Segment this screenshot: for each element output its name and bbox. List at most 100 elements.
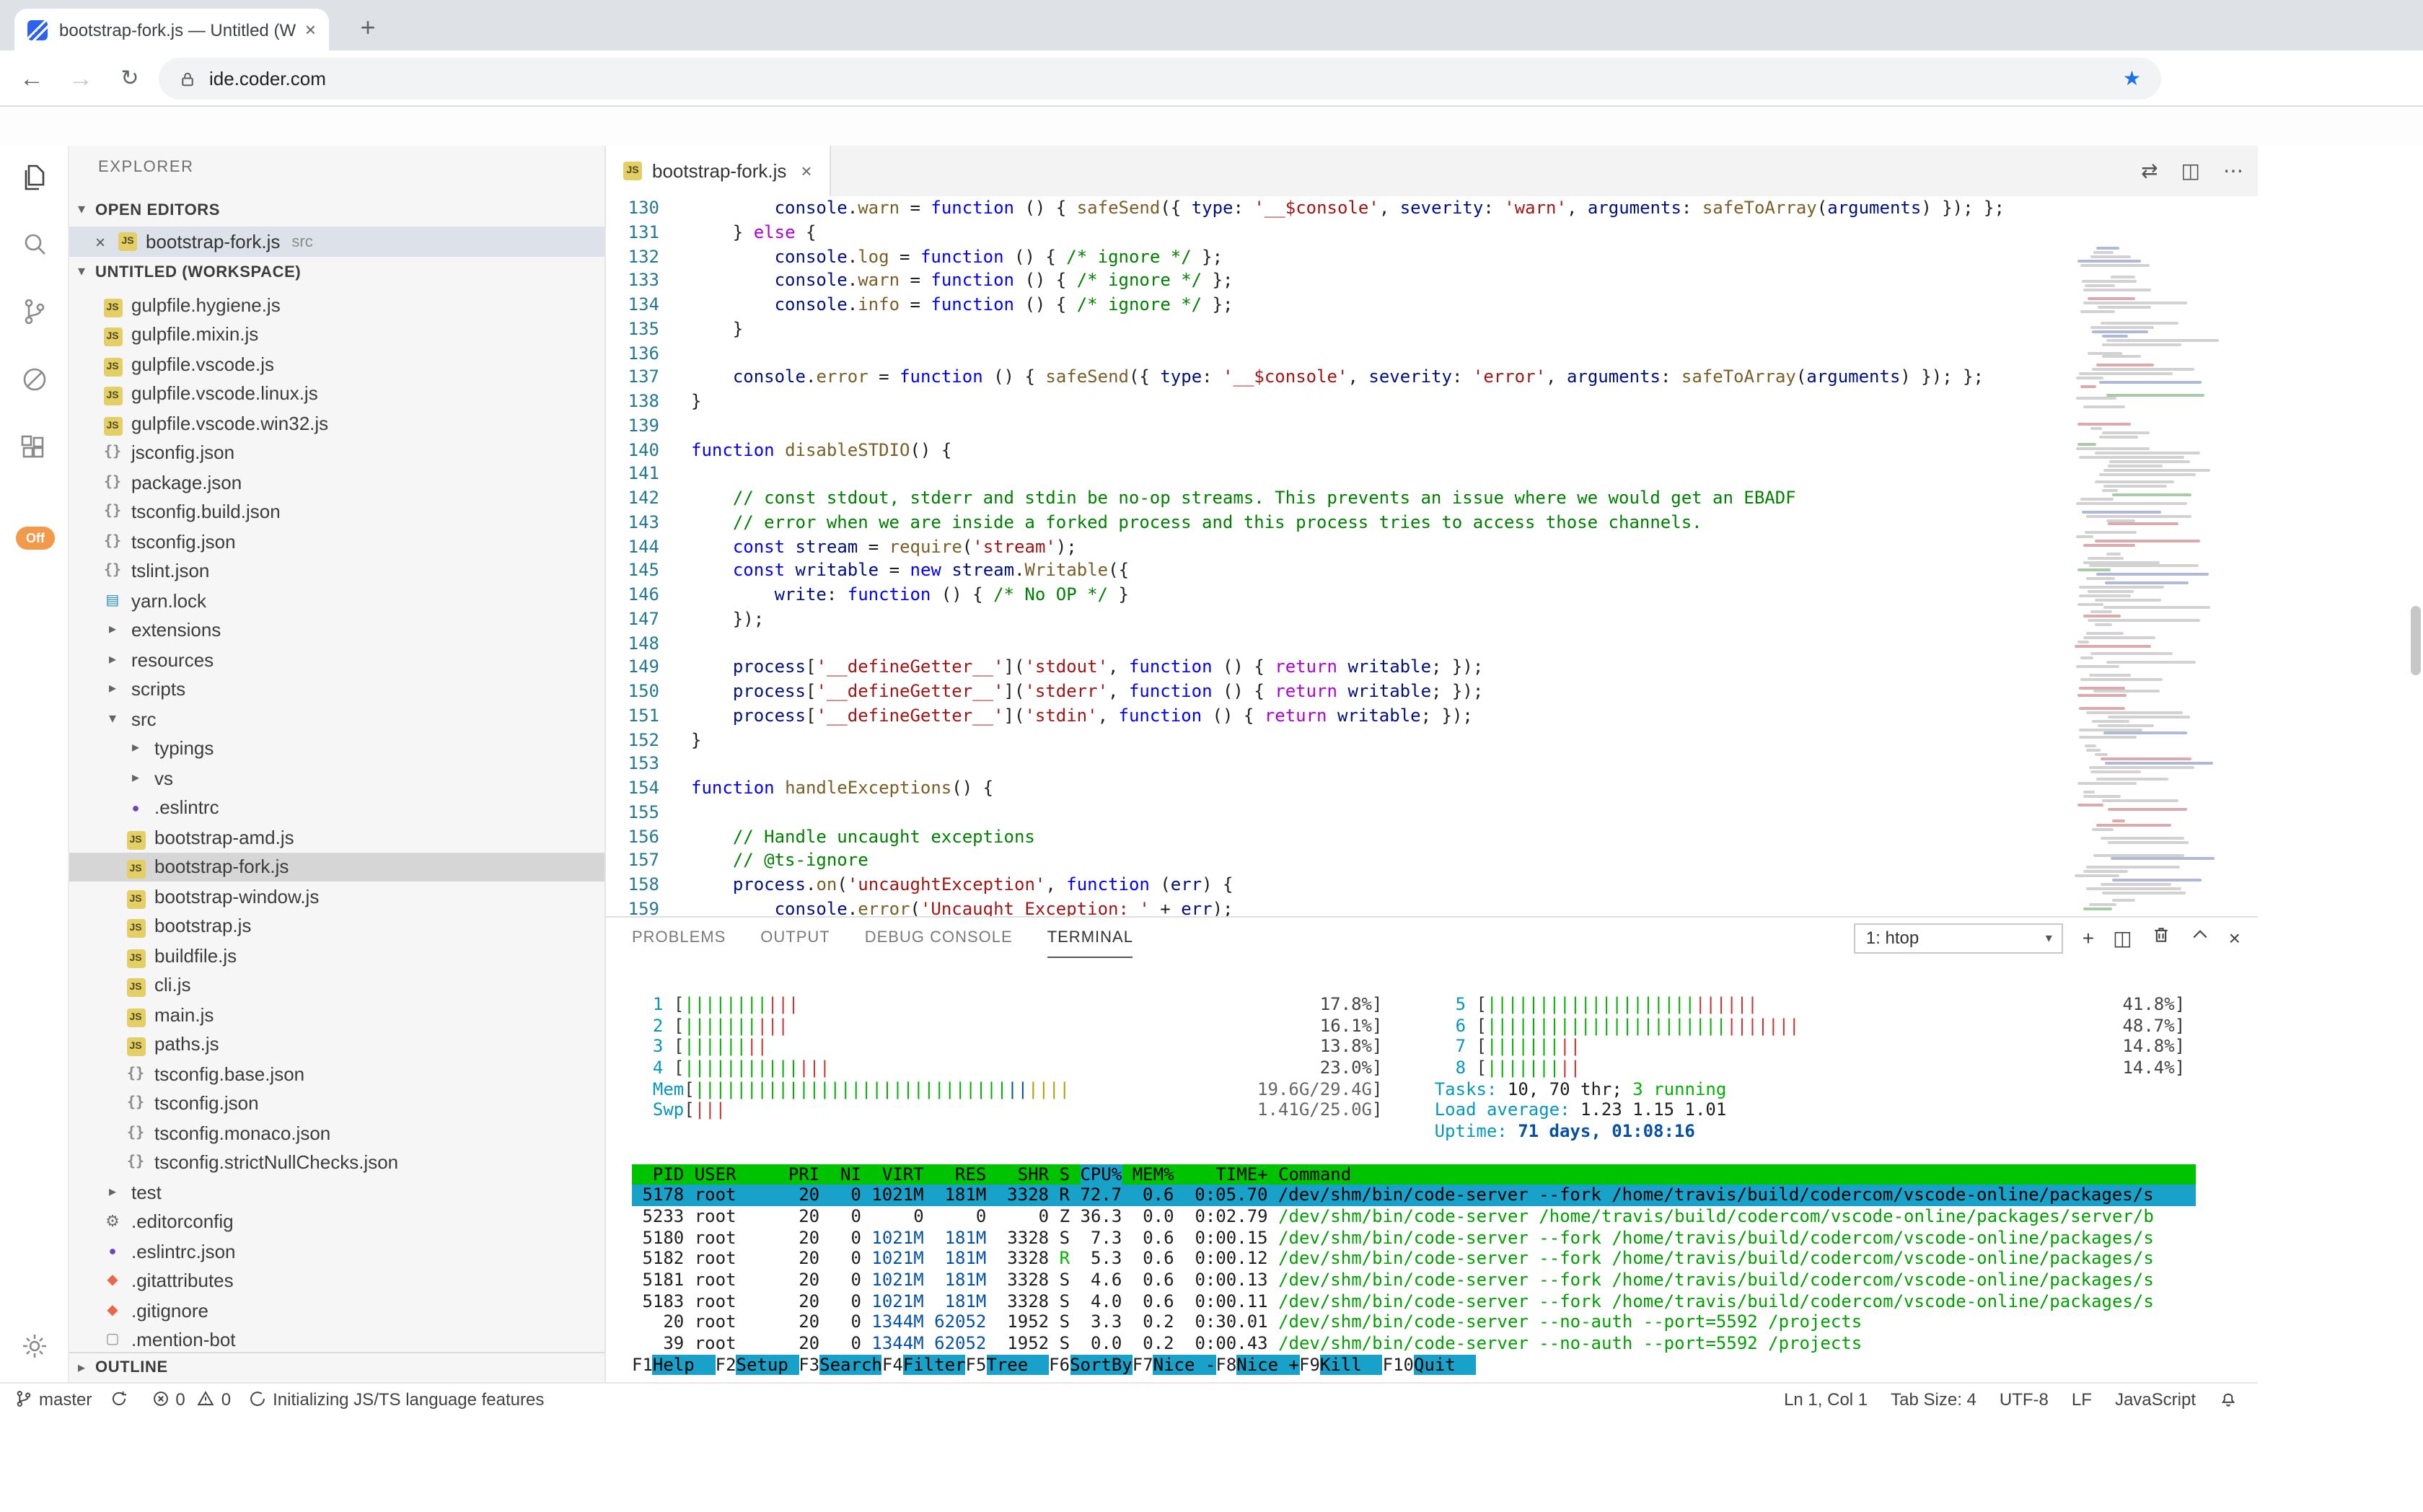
- extensions-icon[interactable]: [17, 430, 52, 465]
- eol-sequence[interactable]: LF: [2072, 1389, 2092, 1409]
- tree-item-resources[interactable]: ▸resources: [69, 645, 604, 674]
- tree-item-tslint-json[interactable]: {}tslint.json: [69, 556, 604, 586]
- code-line[interactable]: 156 // Handle uncaught exceptions: [606, 825, 2258, 849]
- indentation[interactable]: Tab Size: 4: [1891, 1389, 1976, 1409]
- panel-tab-problems[interactable]: PROBLEMS: [632, 918, 726, 958]
- tree-item-bootstrap-window-js[interactable]: JSbootstrap-window.js: [69, 882, 604, 911]
- language-mode[interactable]: JavaScript: [2115, 1389, 2196, 1409]
- bookmark-star-icon[interactable]: ★: [2123, 66, 2141, 91]
- tree-item-yarn-lock[interactable]: ▤yarn.lock: [69, 586, 604, 615]
- tree-item-extensions[interactable]: ▸extensions: [69, 615, 604, 645]
- open-changes-icon[interactable]: ⇄: [2141, 159, 2158, 183]
- tree-item-bootstrap-fork-js[interactable]: JSbootstrap-fork.js: [69, 852, 604, 882]
- tree-item-tsconfig-monaco-json[interactable]: {}tsconfig.monaco.json: [69, 1118, 604, 1148]
- search-icon[interactable]: [17, 228, 52, 263]
- panel-tab-debug-console[interactable]: DEBUG CONSOLE: [865, 918, 1013, 958]
- sync-item[interactable]: [109, 1389, 133, 1408]
- settings-gear-icon[interactable]: [17, 1329, 52, 1363]
- code-line[interactable]: 153: [606, 752, 2258, 777]
- code-line[interactable]: 147 });: [606, 607, 2258, 632]
- open-editors-header[interactable]: ▾ OPEN EDITORS: [69, 195, 604, 225]
- close-icon[interactable]: ×: [95, 232, 118, 252]
- tree-item-paths-js[interactable]: JSpaths.js: [69, 1029, 604, 1059]
- code-line[interactable]: 151 process['__defineGetter__']('stdin',…: [606, 704, 2258, 729]
- address-bar[interactable]: ide.coder.com ★: [159, 58, 2161, 100]
- notifications-bell[interactable]: [2219, 1389, 2243, 1408]
- source-control-icon[interactable]: [17, 294, 52, 329]
- code-line[interactable]: 139: [606, 414, 2258, 439]
- tab-close-icon[interactable]: ×: [305, 19, 316, 40]
- open-editor-item[interactable]: × JS bootstrap-fork.js src: [69, 227, 604, 257]
- reload-button[interactable]: ↻: [110, 50, 150, 107]
- code-line[interactable]: 157 // @ts-ignore: [606, 849, 2258, 874]
- tree-item-bootstrap-js[interactable]: JSbootstrap.js: [69, 911, 604, 941]
- code-line[interactable]: 155: [606, 801, 2258, 825]
- tree-item--eslintrc[interactable]: ●.eslintrc: [69, 793, 604, 822]
- code-line[interactable]: 146 write: function () { /* No OP */ }: [606, 583, 2258, 607]
- outline-section-header[interactable]: ▸ OUTLINE: [69, 1352, 604, 1382]
- code-line[interactable]: 133 console.warn = function () { /* igno…: [606, 269, 2258, 294]
- tree-item--eslintrc-json[interactable]: ●.eslintrc.json: [69, 1236, 604, 1266]
- code-line[interactable]: 142 // const stdout, stderr and stdin be…: [606, 486, 2258, 511]
- tree-item--gitattributes[interactable]: ◆.gitattributes: [69, 1266, 604, 1296]
- tab-close-icon[interactable]: ×: [801, 160, 812, 182]
- forward-button[interactable]: →: [61, 50, 101, 107]
- tree-item--mention-bot[interactable]: ▢.mention-bot: [69, 1325, 604, 1355]
- tree-item-package-json[interactable]: {}package.json: [69, 467, 604, 497]
- code-line[interactable]: 159 console.error('Uncaught Exception: '…: [606, 897, 2258, 917]
- tree-item-src[interactable]: ▾src: [69, 704, 604, 734]
- page-scrollbar-thumb[interactable]: [2411, 606, 2421, 675]
- code-line[interactable]: 134 console.info = function () { /* igno…: [606, 293, 2258, 317]
- debug-icon[interactable]: [17, 362, 52, 397]
- code-line[interactable]: 130 console.warn = function () { safeSen…: [606, 196, 2258, 221]
- close-panel-icon[interactable]: ×: [2229, 928, 2240, 948]
- editor-tab[interactable]: JS bootstrap-fork.js ×: [606, 146, 831, 196]
- code-line[interactable]: 154function handleExceptions() {: [606, 776, 2258, 801]
- tree-item-gulpfile-hygiene-js[interactable]: JSgulpfile.hygiene.js: [69, 290, 604, 320]
- tree-item-cli-js[interactable]: JScli.js: [69, 970, 604, 1000]
- tree-item-test[interactable]: ▸test: [69, 1177, 604, 1207]
- code-line[interactable]: 132 console.log = function () { /* ignor…: [606, 245, 2258, 269]
- tree-item-main-js[interactable]: JSmain.js: [69, 1000, 604, 1029]
- code-line[interactable]: 137 console.error = function () { safeSe…: [606, 366, 2258, 390]
- split-editor-icon[interactable]: ◫: [2181, 159, 2200, 183]
- minimap[interactable]: [2069, 247, 2242, 916]
- panel-tab-output[interactable]: OUTPUT: [760, 918, 830, 958]
- code-line[interactable]: 141: [606, 462, 2258, 487]
- explorer-icon[interactable]: [17, 160, 52, 195]
- code-line[interactable]: 135 }: [606, 317, 2258, 342]
- panel-tab-terminal[interactable]: TERMINAL: [1047, 918, 1133, 958]
- kill-terminal-icon[interactable]: [2151, 924, 2171, 951]
- tree-item-gulpfile-vscode-win32-js[interactable]: JSgulpfile.vscode.win32.js: [69, 408, 604, 438]
- tree-item-tsconfig-base-json[interactable]: {}tsconfig.base.json: [69, 1059, 604, 1089]
- new-tab-button[interactable]: +: [349, 9, 387, 46]
- tree-item-buildfile-js[interactable]: JSbuildfile.js: [69, 941, 604, 970]
- more-actions-icon[interactable]: ⋯: [2223, 159, 2243, 183]
- maximize-panel-icon[interactable]: [2190, 924, 2210, 951]
- tree-item-tsconfig-strictnullchecks-json[interactable]: {}tsconfig.strictNullChecks.json: [69, 1148, 604, 1177]
- git-branch-item[interactable]: master: [14, 1389, 92, 1409]
- back-button[interactable]: ←: [12, 50, 52, 107]
- tree-item-gulpfile-vscode-js[interactable]: JSgulpfile.vscode.js: [69, 349, 604, 379]
- tree-item-jsconfig-json[interactable]: {}jsconfig.json: [69, 438, 604, 467]
- terminal[interactable]: 1 [||||||||||| 17.8%] 5 [|||||||||||||||…: [606, 958, 2258, 1382]
- code-line[interactable]: 136: [606, 341, 2258, 366]
- code-line[interactable]: 144 const stream = require('stream');: [606, 535, 2258, 559]
- code-line[interactable]: 145 const writable = new stream.Writable…: [606, 559, 2258, 584]
- tree-item-tsconfig-json[interactable]: {}tsconfig.json: [69, 527, 604, 556]
- terminal-dropdown[interactable]: 1: htop ▾: [1855, 923, 2064, 953]
- problems-item[interactable]: 0 0: [151, 1389, 231, 1409]
- code-line[interactable]: 131 } else {: [606, 221, 2258, 245]
- tree-item-vs[interactable]: ▸vs: [69, 763, 604, 793]
- tree-item-typings[interactable]: ▸typings: [69, 734, 604, 763]
- encoding[interactable]: UTF-8: [2000, 1389, 2049, 1409]
- code-line[interactable]: 140function disableSTDIO() {: [606, 438, 2258, 462]
- code-line[interactable]: 138}: [606, 390, 2258, 414]
- tree-item-tsconfig-json[interactable]: {}tsconfig.json: [69, 1089, 604, 1118]
- code-editor[interactable]: 130 console.warn = function () { safeSen…: [606, 196, 2258, 916]
- tree-item--editorconfig[interactable]: ⚙.editorconfig: [69, 1207, 604, 1236]
- split-terminal-icon[interactable]: ◫: [2113, 928, 2132, 948]
- code-line[interactable]: 152}: [606, 728, 2258, 752]
- code-line[interactable]: 143 // error when we are inside a forked…: [606, 511, 2258, 535]
- tree-item-tsconfig-build-json[interactable]: {}tsconfig.build.json: [69, 497, 604, 527]
